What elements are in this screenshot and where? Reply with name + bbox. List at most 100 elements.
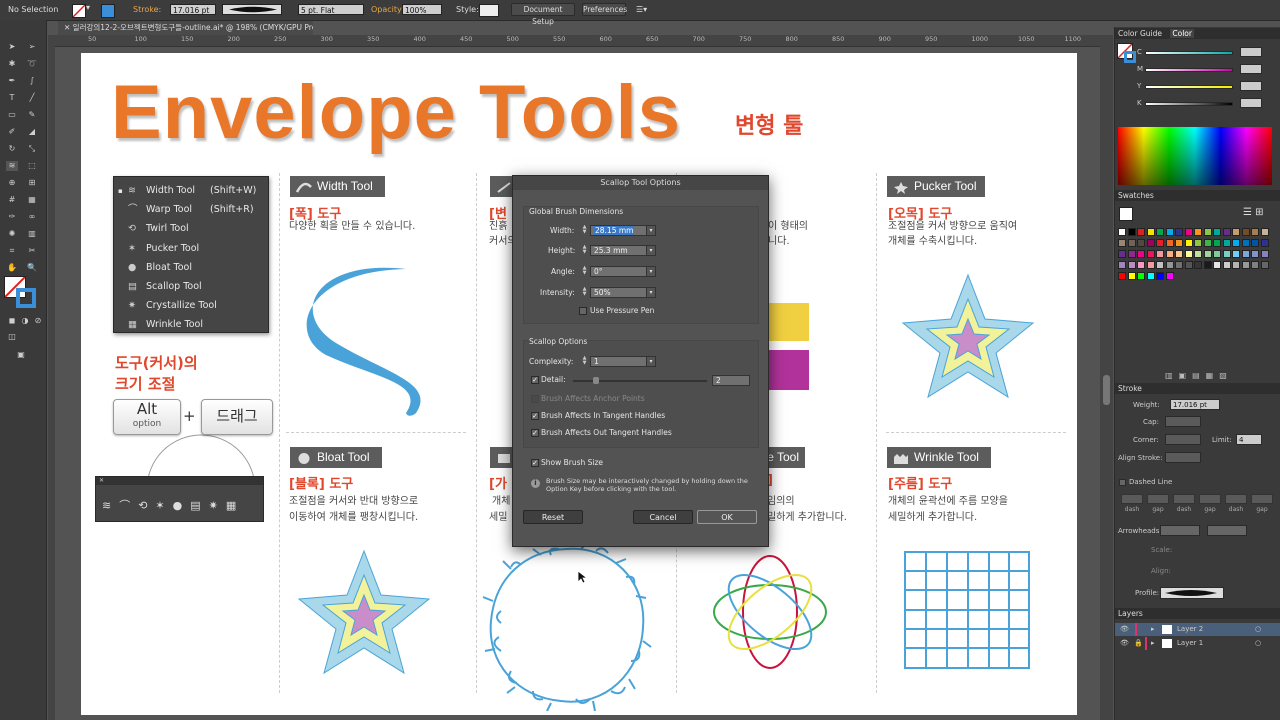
cap-buttons[interactable] xyxy=(1165,416,1201,427)
pen-tool-icon[interactable]: ✒ xyxy=(6,76,18,86)
layer1-visibility-icon[interactable]: 👁 xyxy=(1120,639,1129,647)
black-field[interactable] xyxy=(1240,98,1262,108)
swatch-chip[interactable] xyxy=(1213,250,1221,258)
preferences-button[interactable]: Preferences xyxy=(582,3,627,16)
opacity-label[interactable]: Opacity: xyxy=(371,5,404,14)
perspective-grid-icon[interactable]: ⊞ xyxy=(26,178,38,188)
stroke-tab[interactable]: Stroke xyxy=(1118,384,1142,393)
layer2-target-icon[interactable]: ○ xyxy=(1255,625,1261,633)
intensity-dropdown-icon[interactable]: ▾ xyxy=(646,287,656,298)
swatch-chip[interactable] xyxy=(1146,239,1155,247)
swatch-chip[interactable] xyxy=(1222,261,1231,269)
horizontal-ruler[interactable]: 50 100 150 200 250 300 350 400 450 500 550 600 650 70… xyxy=(48,35,1100,47)
swatch-chip[interactable] xyxy=(1146,261,1155,269)
swatch-chip[interactable] xyxy=(1194,261,1202,269)
swatch-chip[interactable] xyxy=(1213,239,1221,247)
swatch-chip[interactable] xyxy=(1203,261,1212,269)
fill-swatch[interactable] xyxy=(72,4,86,18)
eraser-icon[interactable]: ◢ xyxy=(26,127,38,137)
swatch-chip[interactable] xyxy=(1127,261,1136,269)
align-stroke-buttons[interactable] xyxy=(1165,452,1201,463)
swatch-chip[interactable] xyxy=(1184,228,1193,236)
arrowhead-end-select[interactable] xyxy=(1207,525,1247,536)
height-dropdown-icon[interactable]: ▾ xyxy=(646,245,656,256)
swatch-chip[interactable] xyxy=(1241,261,1250,269)
document-tab[interactable]: ✕ 일러강의12-2-오브젝트변형도구들-outline.ai* @ 198% … xyxy=(58,21,313,35)
graph-tool-icon[interactable]: ▥ xyxy=(26,229,38,239)
swatch-chip[interactable] xyxy=(1241,250,1250,258)
swatch-chip[interactable] xyxy=(1194,239,1202,247)
stroke-swatch[interactable] xyxy=(101,4,115,18)
swatch-chip[interactable] xyxy=(1165,250,1174,258)
screen-mode-icon[interactable]: ▣ xyxy=(15,350,27,360)
layer1-lock-icon[interactable]: 🔒 xyxy=(1134,639,1143,647)
free-transform-icon[interactable]: ⬚ xyxy=(26,161,38,171)
swatch-chip[interactable] xyxy=(1118,272,1126,280)
detail-slider-thumb[interactable] xyxy=(593,377,599,384)
swatch-chip[interactable] xyxy=(1184,250,1193,258)
swatch-chip[interactable] xyxy=(1137,228,1145,236)
angle-dropdown-icon[interactable]: ▾ xyxy=(646,266,656,277)
close-tab-icon[interactable]: ✕ xyxy=(64,23,73,32)
intensity-stepper[interactable]: ▲ ▼ xyxy=(581,287,588,298)
swatch-chip[interactable] xyxy=(1175,250,1183,258)
swatch-chip[interactable] xyxy=(1118,239,1126,247)
graphic-style-swatch[interactable] xyxy=(479,4,499,17)
vertical-ruler[interactable] xyxy=(48,46,55,720)
swatch-chip[interactable] xyxy=(1156,250,1164,258)
artboard-tool-icon[interactable]: ⌗ xyxy=(6,246,18,256)
cyan-slider[interactable] xyxy=(1145,51,1233,55)
profile-select[interactable] xyxy=(1160,587,1224,599)
paintbrush-icon[interactable]: ✎ xyxy=(26,110,38,120)
zoom-tool-icon[interactable]: 🔍 xyxy=(26,263,38,273)
layer-row-2[interactable]: 👁 ▸ Layer 2 ○ xyxy=(1115,623,1280,636)
layer2-visibility-icon[interactable]: 👁 xyxy=(1120,625,1129,633)
variable-width-profile[interactable] xyxy=(222,4,282,15)
width-tool-icon[interactable]: ≋ xyxy=(6,161,18,171)
layer2-expand-icon[interactable]: ▸ xyxy=(1151,625,1155,633)
swatch-chip[interactable] xyxy=(1260,239,1269,247)
shape-builder-icon[interactable]: ⊕ xyxy=(6,178,18,188)
detail-checkbox[interactable]: ✓ xyxy=(531,376,539,384)
fill-dropdown-icon[interactable]: ▾ xyxy=(86,3,90,12)
document-setup-button[interactable]: Document Setup xyxy=(511,3,575,26)
swatch-chip[interactable] xyxy=(1156,272,1164,280)
color-mode-icon[interactable]: ◼ xyxy=(6,316,18,326)
stroke-color-icon[interactable] xyxy=(16,288,36,308)
dash-gap-field[interactable] xyxy=(1225,494,1247,504)
stroke-label[interactable]: Stroke: xyxy=(133,5,161,14)
swatch-chip[interactable] xyxy=(1127,250,1136,258)
swatch-chip[interactable] xyxy=(1222,250,1231,258)
lasso-icon[interactable]: ➰ xyxy=(26,59,38,69)
dashed-line-checkbox[interactable] xyxy=(1119,479,1126,486)
weight-field[interactable]: 17.016 pt xyxy=(1170,399,1220,410)
reset-button[interactable]: Reset xyxy=(523,510,583,524)
color-spectrum[interactable] xyxy=(1118,127,1272,185)
swatches-tab[interactable]: Swatches xyxy=(1118,191,1154,200)
swatch-chip[interactable] xyxy=(1175,239,1183,247)
swatch-chip[interactable] xyxy=(1194,250,1202,258)
draw-mode-icon[interactable]: ◫ xyxy=(6,332,18,342)
ok-button[interactable]: OK xyxy=(697,510,757,524)
swatch-chip[interactable] xyxy=(1137,250,1145,258)
out-tangent-checkbox[interactable]: ✓ xyxy=(531,429,539,437)
swatch-chip[interactable] xyxy=(1251,239,1259,247)
swatch-chip[interactable] xyxy=(1232,250,1240,258)
width-field[interactable]: 28.15 mm ▾ xyxy=(590,225,656,236)
layer-row-1[interactable]: 👁 🔒 ▸ Layer 1 ○ xyxy=(1115,637,1280,650)
swatch-chip[interactable] xyxy=(1184,239,1193,247)
swatch-chip[interactable] xyxy=(1118,261,1126,269)
direct-selection-icon[interactable]: ➢ xyxy=(26,42,38,52)
yellow-slider[interactable] xyxy=(1145,85,1233,89)
brush-definition[interactable]: 5 pt. Flat xyxy=(298,4,364,15)
layer1-target-icon[interactable]: ○ xyxy=(1255,639,1261,647)
swatch-chip[interactable] xyxy=(1241,228,1250,236)
in-tangent-checkbox[interactable]: ✓ xyxy=(531,412,539,420)
corner-buttons[interactable] xyxy=(1165,434,1201,445)
dash-gap-field[interactable] xyxy=(1147,494,1169,504)
magenta-slider[interactable] xyxy=(1145,68,1233,72)
swatch-chip[interactable] xyxy=(1165,239,1174,247)
cancel-button[interactable]: Cancel xyxy=(633,510,693,524)
swatch-chip[interactable] xyxy=(1232,239,1240,247)
swatch-chip[interactable] xyxy=(1127,228,1136,236)
